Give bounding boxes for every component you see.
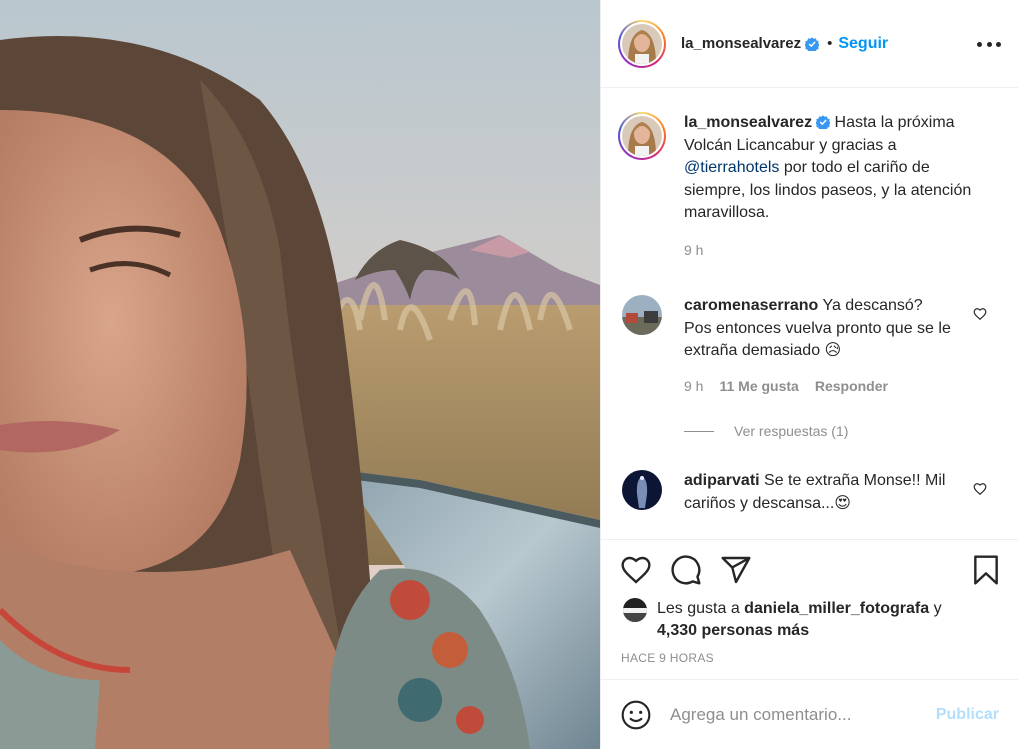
caption-row: la_monsealvarez Hasta la próxima Volcán …	[618, 112, 984, 258]
view-replies-button[interactable]: Ver respuestas (1)	[684, 423, 848, 439]
more-options-icon[interactable]	[977, 34, 1001, 54]
comment-text: adiparvati Se te extraña Monse!! Mil car…	[684, 470, 954, 515]
share-icon[interactable]	[720, 554, 752, 586]
comment-meta: 9 h 11 Me gusta Responder	[684, 378, 954, 394]
comment-like-heart-icon[interactable]	[973, 307, 987, 321]
caption-time[interactable]: 9 h	[684, 242, 703, 258]
comment-username[interactable]: adiparvati	[684, 472, 760, 489]
comment-avatar-image	[622, 470, 662, 510]
likes-middle: y	[929, 600, 942, 617]
follow-button[interactable]: Seguir	[838, 35, 888, 53]
post-time-ago[interactable]: HACE 9 HORAS	[621, 651, 714, 665]
caption-username[interactable]: la_monsealvarez	[684, 114, 812, 131]
caption-avatar-image	[622, 116, 662, 156]
comment-row: caromenaserrano Ya descansó? Pos entonce…	[618, 295, 954, 394]
comment-like-heart-icon[interactable]	[973, 482, 987, 496]
publish-button[interactable]: Publicar	[936, 706, 999, 724]
comment-row: adiparvati Se te extraña Monse!! Mil car…	[618, 470, 954, 515]
comment-input[interactable]	[670, 704, 925, 725]
author-avatar-image	[622, 23, 662, 64]
post-photo[interactable]	[0, 0, 600, 749]
comment-text: caromenaserrano Ya descansó? Pos entonce…	[684, 295, 954, 363]
selfie-photo-illustration	[0, 0, 600, 749]
post-header: la_monsealvarez • Seguir	[601, 0, 1018, 88]
post-side-panel: la_monsealvarez • Seguir la_monsealvarez…	[600, 0, 1018, 749]
caption-mention-link[interactable]: @tierrahotels	[684, 159, 779, 176]
liker-avatar-image	[623, 598, 647, 622]
bookmark-icon[interactable]	[970, 554, 1002, 586]
header-username[interactable]: la_monsealvarez	[681, 35, 801, 52]
comment-username[interactable]: caromenaserrano	[684, 297, 818, 314]
caption-meta: 9 h	[684, 242, 984, 258]
caption-avatar[interactable]	[618, 112, 666, 160]
likes-prefix: Les gusta a	[657, 600, 745, 617]
likes-count[interactable]: 4,330 personas más	[657, 622, 809, 639]
comment-likes[interactable]: 11 Me gusta	[719, 378, 798, 394]
liker-username[interactable]: daniela_miller_fotografa	[744, 600, 929, 617]
header-separator: •	[827, 35, 833, 52]
author-avatar[interactable]	[618, 19, 666, 68]
comment-avatar-image	[622, 295, 662, 335]
comment-avatar[interactable]	[622, 295, 662, 335]
comment-icon[interactable]	[670, 554, 702, 586]
post-actions: Les gusta a daniela_miller_fotografa y 4…	[601, 539, 1018, 679]
heart-icon[interactable]	[620, 554, 652, 586]
comments-list[interactable]: la_monsealvarez Hasta la próxima Volcán …	[601, 89, 1018, 539]
likes-summary: Les gusta a daniela_miller_fotografa y 4…	[623, 598, 942, 642]
reply-button[interactable]: Responder	[815, 378, 888, 394]
add-comment-bar: Publicar	[601, 679, 1018, 749]
comment-avatar[interactable]	[622, 470, 662, 510]
liker-avatar[interactable]	[623, 598, 647, 622]
caption-text: la_monsealvarez Hasta la próxima Volcán …	[684, 112, 984, 225]
replies-divider	[684, 430, 714, 432]
verified-icon	[805, 36, 820, 51]
emoji-icon[interactable]	[620, 699, 652, 731]
verified-icon	[816, 115, 831, 129]
view-replies-label: Ver respuestas (1)	[734, 423, 849, 439]
comment-time[interactable]: 9 h	[684, 378, 703, 394]
